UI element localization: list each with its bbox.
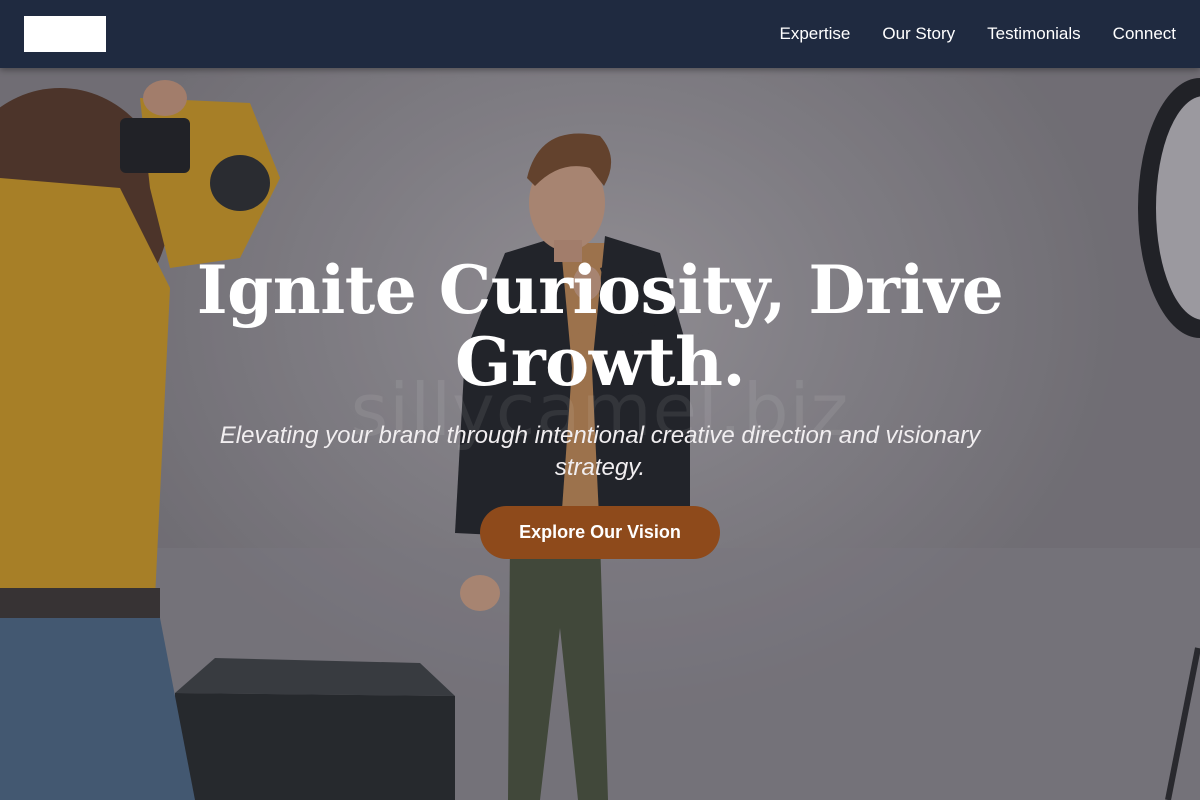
nav-link-expertise[interactable]: Expertise — [780, 24, 851, 44]
top-navbar: Expertise Our Story Testimonials Connect — [0, 0, 1200, 68]
hero-title: Ignite Curiosity, Drive Growth. — [196, 251, 1004, 401]
hero-section: sillycamel.biz Ignite Curiosity, Drive G… — [0, 68, 1200, 800]
nav-link-testimonials[interactable]: Testimonials — [987, 24, 1081, 44]
hero-subtitle: Elevating your brand through intentional… — [219, 422, 981, 481]
explore-vision-button[interactable]: Explore Our Vision — [480, 506, 720, 559]
nav-link-our-story[interactable]: Our Story — [882, 24, 955, 44]
logo[interactable] — [24, 16, 106, 52]
nav-link-connect[interactable]: Connect — [1113, 24, 1176, 44]
hero-content: Ignite Curiosity, Drive Growth. Elevatin… — [150, 254, 1050, 559]
main-nav: Expertise Our Story Testimonials Connect — [780, 24, 1177, 44]
